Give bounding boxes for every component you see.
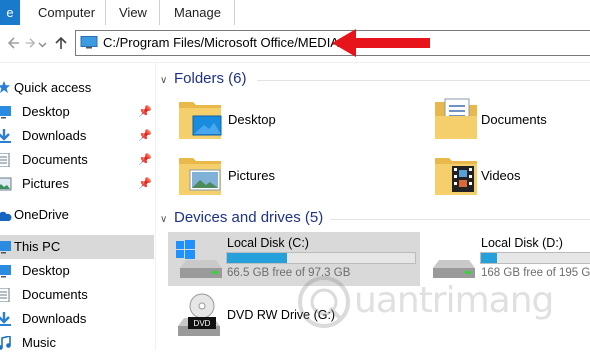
- watermark: uantrimang: [296, 274, 556, 334]
- windows-drive-icon: [176, 240, 222, 278]
- dvd-drive-icon: DVD: [178, 293, 220, 336]
- sidebar-item-downloads[interactable]: Downloads 📌: [0, 124, 154, 148]
- chevron-down-icon: ∨: [160, 214, 168, 225]
- tab-view[interactable]: View: [106, 0, 160, 25]
- back-button[interactable]: [4, 27, 24, 59]
- sidebar-item-pc-desktop[interactable]: Desktop: [0, 259, 154, 283]
- pin-icon[interactable]: 📌: [138, 148, 152, 172]
- music-icon: [0, 336, 11, 350]
- sidebar-item-pc-music[interactable]: Music: [0, 331, 154, 355]
- sidebar-item-documents[interactable]: Documents 📌: [0, 148, 154, 172]
- pane-splitter[interactable]: [155, 63, 156, 350]
- divider: [0, 62, 590, 63]
- sidebar-item-pc-documents[interactable]: Documents: [0, 283, 154, 307]
- sidebar-item-label: Downloads: [22, 128, 87, 143]
- folder-label: Videos: [481, 168, 521, 183]
- svg-text:DVD: DVD: [194, 319, 211, 328]
- sidebar-item-pc-downloads[interactable]: Downloads: [0, 307, 154, 331]
- download-icon: [0, 312, 11, 326]
- sidebar-item-this-pc[interactable]: This PC: [0, 235, 154, 259]
- folder-videos-icon: [435, 158, 477, 195]
- sidebar-item-onedrive[interactable]: OneDrive: [0, 203, 154, 227]
- drives-section-header[interactable]: ∨ Devices and drives (5): [160, 209, 323, 226]
- sidebar-item-label: Desktop: [22, 263, 70, 278]
- onedrive-cloud-icon: [0, 211, 12, 221]
- desktop-icon: [0, 265, 11, 278]
- desktop-icon: [0, 106, 11, 119]
- this-pc-icon: [0, 241, 11, 254]
- arrow-right-icon: [25, 38, 36, 48]
- arrow-left-icon: [7, 37, 19, 49]
- folders-section-header[interactable]: ∨ Folders (6): [160, 70, 247, 87]
- star-icon: [0, 80, 11, 94]
- pin-icon[interactable]: 📌: [138, 124, 152, 148]
- navigation-bar: C:/Program Files/Microsoft Office/MEDIA: [0, 27, 590, 59]
- chevron-down-icon: [38, 42, 46, 48]
- annotation-arrow: [332, 29, 430, 57]
- sidebar-item-label: Documents: [22, 287, 88, 302]
- watermark-text: uantrimang: [354, 280, 554, 321]
- folder-pictures-icon: [179, 158, 221, 195]
- disk-usage-fill: [227, 253, 288, 263]
- sidebar-item-label: OneDrive: [14, 207, 69, 222]
- folder-documents-icon: [435, 98, 477, 139]
- disk-usage-bar: [480, 252, 590, 264]
- this-pc-icon: [80, 36, 98, 49]
- arrow-up-icon: [55, 36, 67, 49]
- documents-icon: [0, 153, 10, 167]
- address-path[interactable]: C:/Program Files/Microsoft Office/MEDIA: [103, 31, 339, 55]
- sidebar-item-label: Pictures: [22, 176, 69, 191]
- drives-header-label: Devices and drives (5): [174, 209, 324, 226]
- sidebar-item-label: Quick access: [14, 80, 92, 95]
- folder-tile-documents[interactable]: Documents: [432, 96, 590, 146]
- sidebar-item-label: Desktop: [22, 104, 70, 119]
- up-button[interactable]: [52, 27, 70, 59]
- disk-usage-fill: [481, 253, 497, 263]
- tab-computer[interactable]: Computer: [20, 0, 106, 25]
- pin-icon[interactable]: 📌: [138, 100, 152, 124]
- folder-label: Desktop: [228, 112, 276, 127]
- navigation-pane: Quick access Desktop 📌 Downloads 📌 Docum…: [0, 66, 154, 350]
- drive-name: Local Disk (C:): [227, 236, 309, 250]
- section-divider: [330, 219, 590, 220]
- drive-name: Local Disk (D:): [481, 236, 563, 250]
- section-divider: [257, 80, 590, 81]
- recent-locations-button[interactable]: [36, 27, 48, 59]
- sidebar-item-quick-access[interactable]: Quick access: [0, 76, 154, 100]
- sidebar-item-label: Documents: [22, 152, 88, 167]
- file-tab[interactable]: e: [0, 0, 20, 25]
- disk-usage-bar: [226, 252, 416, 264]
- folder-tile-videos[interactable]: Videos: [432, 152, 590, 202]
- sidebar-item-pictures[interactable]: Pictures 📌: [0, 172, 154, 196]
- sidebar-item-label: Music: [22, 335, 56, 350]
- tab-manage[interactable]: Manage: [160, 0, 235, 25]
- pin-icon[interactable]: 📌: [138, 172, 152, 196]
- sidebar-item-label: This PC: [14, 239, 61, 254]
- ribbon: e Computer View Manage: [0, 0, 590, 25]
- sidebar-item-label: Downloads: [22, 311, 87, 326]
- folder-tile-pictures[interactable]: Pictures: [176, 152, 416, 202]
- watermark-logo-icon: [298, 276, 350, 328]
- folder-tile-desktop[interactable]: Desktop: [176, 96, 416, 146]
- chevron-down-icon: ∨: [160, 75, 168, 86]
- folder-label: Documents: [481, 112, 547, 127]
- sidebar-item-desktop[interactable]: Desktop 📌: [0, 100, 154, 124]
- folders-header-label: Folders (6): [174, 70, 247, 87]
- documents-icon: [0, 288, 10, 302]
- pictures-icon: [0, 177, 12, 191]
- download-icon: [0, 129, 11, 143]
- folder-label: Pictures: [228, 168, 275, 183]
- folder-desktop-icon: [179, 102, 222, 139]
